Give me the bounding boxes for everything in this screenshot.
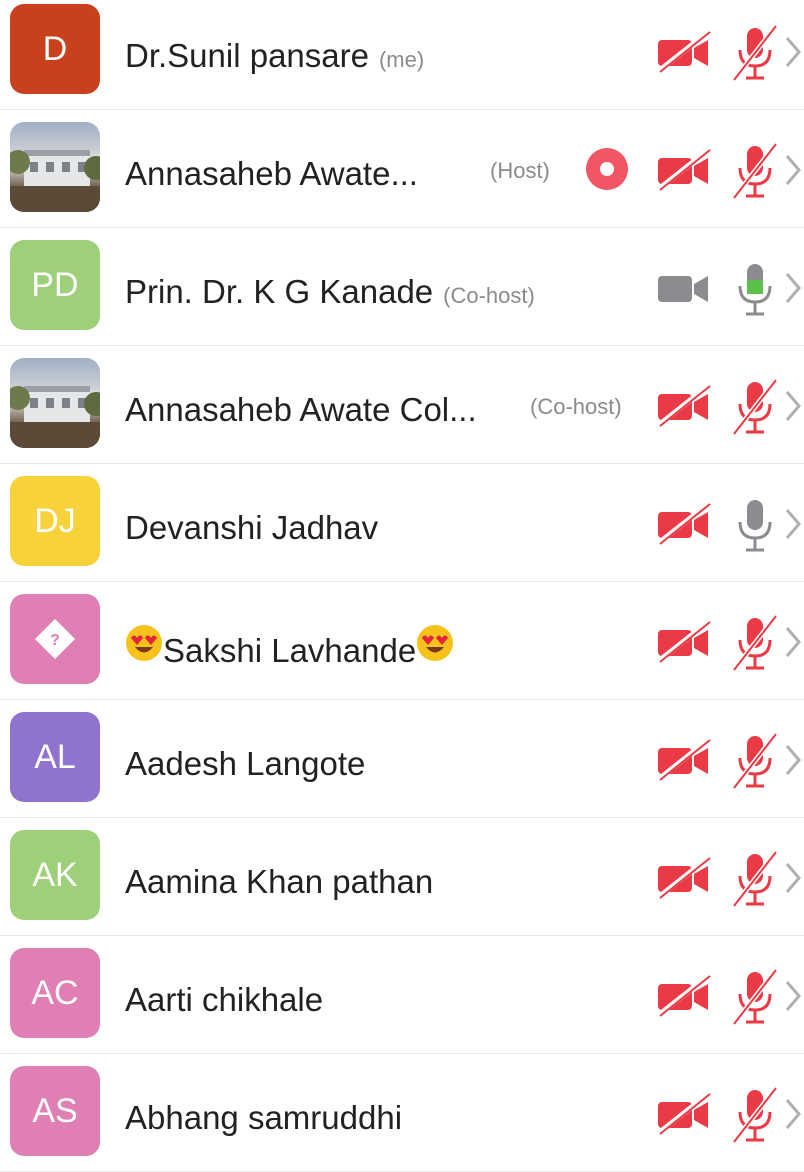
participant-role: (me): [378, 47, 425, 72]
participant-role: (Host): [490, 158, 550, 183]
participant-name: Annasaheb Awate...: [125, 155, 418, 192]
participant-name: Devanshi Jadhav: [125, 509, 379, 546]
chevron-right-icon[interactable]: [783, 976, 803, 1016]
avatar: AL: [10, 712, 100, 802]
chevron-right-icon[interactable]: [783, 150, 803, 190]
participant-name: Annasaheb Awate Col...: [125, 391, 477, 428]
heart-eyes-emoji-icon: [417, 625, 454, 661]
chevron-right-icon[interactable]: [783, 622, 803, 662]
video-off-icon[interactable]: [656, 974, 712, 1018]
heart-eyes-emoji-icon: [126, 625, 162, 661]
participants-list: D Dr.Sunil pansare (me) Annasaheb Awate.…: [0, 0, 804, 1172]
avatar-photo: [10, 122, 100, 212]
chevron-right-icon[interactable]: [783, 386, 803, 426]
participant-role: (Co-host): [443, 283, 535, 308]
avatar-photo: [10, 358, 100, 448]
video-off-icon[interactable]: [656, 30, 712, 74]
participant-row[interactable]: Annasaheb Awate... (Host): [0, 110, 804, 228]
unknown-user-diamond-icon: ?: [35, 619, 75, 659]
mic-muted-icon[interactable]: [730, 614, 780, 672]
participant-role: (Co-host): [530, 394, 622, 419]
mic-muted-icon[interactable]: [730, 142, 780, 200]
mic-muted-icon[interactable]: [730, 732, 780, 790]
chevron-right-icon[interactable]: [783, 32, 803, 72]
screen-share-icon[interactable]: [586, 148, 628, 190]
video-off-icon[interactable]: [656, 148, 712, 192]
svg-text:?: ?: [50, 632, 60, 649]
mic-speaking-icon[interactable]: [730, 260, 780, 318]
participant-row[interactable]: DJ Devanshi Jadhav: [0, 464, 804, 582]
video-off-icon[interactable]: [656, 502, 712, 546]
participant-name: Sakshi Lavhande: [163, 632, 417, 669]
participant-row[interactable]: PD Prin. Dr. K G Kanade (Co-host): [0, 228, 804, 346]
avatar: DJ: [10, 476, 100, 566]
mic-muted-icon[interactable]: [730, 850, 780, 908]
participant-name: Dr.Sunil pansare: [125, 37, 369, 74]
mic-muted-icon[interactable]: [730, 378, 780, 436]
avatar: D: [10, 4, 100, 94]
mic-muted-icon[interactable]: [730, 968, 780, 1026]
mic-muted-icon[interactable]: [730, 24, 780, 82]
video-off-icon[interactable]: [656, 738, 712, 782]
mic-on-icon[interactable]: [730, 496, 780, 554]
video-off-icon[interactable]: [656, 856, 712, 900]
chevron-right-icon[interactable]: [783, 740, 803, 780]
avatar: AC: [10, 948, 100, 1038]
avatar: AS: [10, 1066, 100, 1156]
participant-row[interactable]: AC Aarti chikhale: [0, 936, 804, 1054]
chevron-right-icon[interactable]: [783, 268, 803, 308]
chevron-right-icon[interactable]: [783, 1094, 803, 1134]
chevron-right-icon[interactable]: [783, 504, 803, 544]
avatar: AK: [10, 830, 100, 920]
chevron-right-icon[interactable]: [783, 858, 803, 898]
participant-name: Aamina Khan pathan: [125, 863, 434, 900]
participant-row[interactable]: AS Abhang samruddhi: [0, 1054, 804, 1172]
participant-name: Prin. Dr. K G Kanade: [125, 273, 434, 310]
participant-row[interactable]: ? Sakshi Lavhande: [0, 582, 804, 700]
participant-name: Abhang samruddhi: [125, 1099, 403, 1136]
mic-muted-icon[interactable]: [730, 1086, 780, 1144]
video-off-icon[interactable]: [656, 1092, 712, 1136]
participant-row[interactable]: AK Aamina Khan pathan: [0, 818, 804, 936]
video-off-icon[interactable]: [656, 620, 712, 664]
video-on-icon[interactable]: [656, 266, 712, 310]
avatar: ?: [10, 594, 100, 684]
video-off-icon[interactable]: [656, 384, 712, 428]
participant-name: Aarti chikhale: [125, 981, 324, 1018]
avatar: PD: [10, 240, 100, 330]
participant-row[interactable]: Annasaheb Awate Col... (Co-host): [0, 346, 804, 464]
participant-name: Aadesh Langote: [125, 745, 366, 782]
participant-row[interactable]: D Dr.Sunil pansare (me): [0, 0, 804, 110]
participant-row[interactable]: AL Aadesh Langote: [0, 700, 804, 818]
